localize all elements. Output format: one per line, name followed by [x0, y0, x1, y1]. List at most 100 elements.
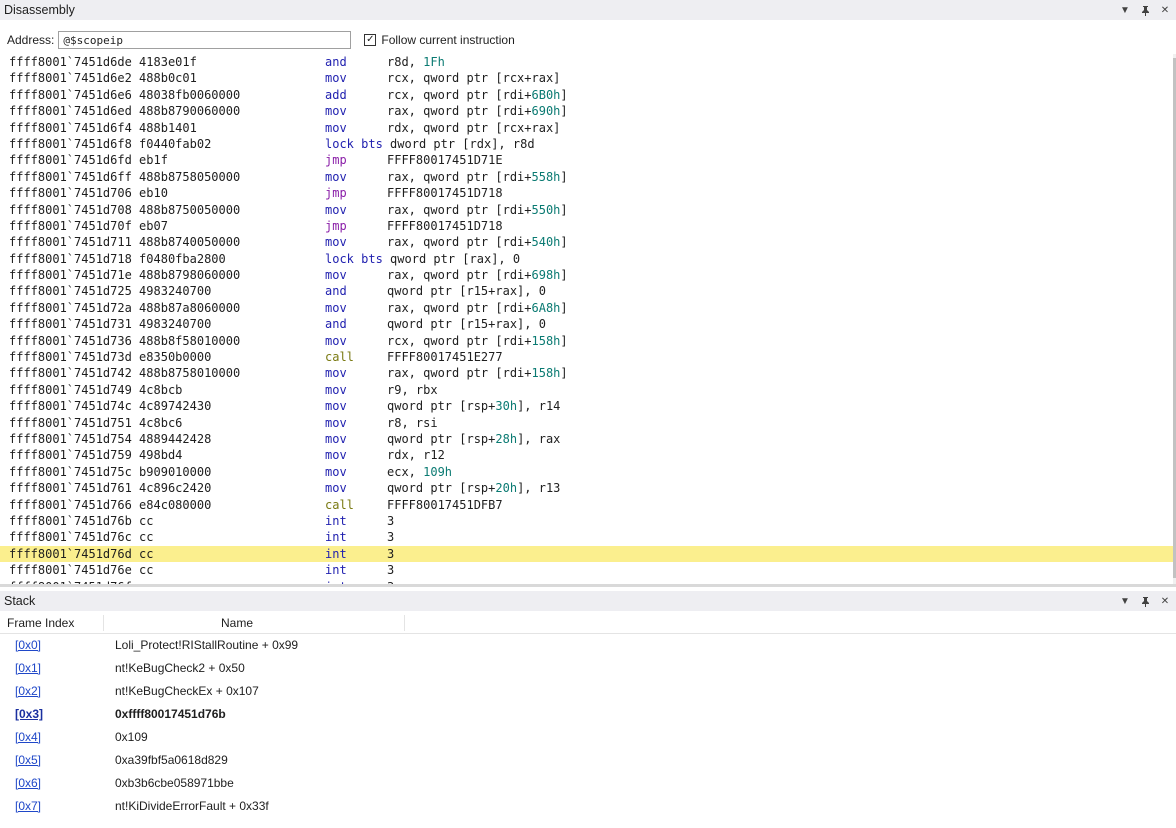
instruction-mnemonic: mov: [325, 71, 347, 86]
frame-index-link[interactable]: [0x0]: [15, 634, 41, 657]
stack-frame-row[interactable]: [0x5] 0xa39fbf5a0618d829: [0, 749, 1176, 772]
instruction-address: ffff8001`7451d6ed 488b8790060000: [9, 104, 241, 119]
stack-frame-row[interactable]: [0x1] nt!KeBugCheck2 + 0x50: [0, 657, 1176, 680]
instruction-operands: qword ptr [rsp+30h], r14: [387, 399, 561, 414]
instruction-row[interactable]: ffff8001`7451d73d e8350b0000 call FFFF8001…: [0, 349, 1173, 365]
instruction-operands: qword ptr [rsp+20h], r13: [387, 481, 561, 496]
instruction-row[interactable]: ffff8001`7451d742 488b8758010000 mov rax, …: [0, 365, 1173, 381]
instruction-operands: rax, qword ptr [rdi+550h]: [387, 202, 568, 217]
instruction-address: ffff8001`7451d76e cc: [9, 563, 154, 578]
instruction-mnemonic: and: [325, 284, 347, 299]
instruction-row[interactable]: ffff8001`7451d76b cc int 3: [0, 513, 1173, 529]
instruction-row[interactable]: ffff8001`7451d718 f0480fba2800 lock bts q…: [0, 251, 1173, 267]
disassembly-header-icons: ▼ ✕: [1118, 3, 1176, 17]
frame-name: 0xa39fbf5a0618d829: [115, 753, 228, 767]
instruction-row[interactable]: ffff8001`7451d74c 4c89742430 mov qword ptr…: [0, 398, 1173, 414]
stack-frame-row[interactable]: [0x3] 0xffff80017451d76b: [0, 703, 1176, 726]
frame-name: 0xffff80017451d76b: [115, 707, 226, 721]
instruction-row[interactable]: ffff8001`7451d6ff 488b8758050000 mov rax, …: [0, 169, 1173, 185]
instruction-address: ffff8001`7451d718 f0480fba2800: [9, 251, 226, 266]
instruction-row[interactable]: ffff8001`7451d6e6 48038fb0060000 add rcx, …: [0, 87, 1173, 103]
column-name[interactable]: Name: [221, 616, 253, 630]
instruction-mnemonic: int: [325, 546, 347, 561]
frame-index-link[interactable]: [0x7]: [15, 795, 41, 818]
dropdown-icon[interactable]: ▼: [1118, 3, 1132, 17]
instruction-operands: r9, rbx: [387, 382, 438, 397]
stack-title: Stack: [4, 594, 36, 608]
stack-frame-row[interactable]: [0x7] nt!KiDivideErrorFault + 0x33f: [0, 795, 1176, 818]
stack-frame-list: [0x0] Loli_Protect!RIStallRoutine + 0x99[…: [0, 634, 1176, 818]
stack-frame-row[interactable]: [0x2] nt!KeBugCheckEx + 0x107: [0, 680, 1176, 703]
instruction-row[interactable]: ffff8001`7451d6f8 f0440fab02 lock bts dwo…: [0, 136, 1173, 152]
instruction-mnemonic: add: [325, 87, 347, 102]
instruction-row[interactable]: ffff8001`7451d706 eb10 jmp FFFF80017451D71…: [0, 185, 1173, 201]
close-icon[interactable]: ✕: [1158, 3, 1172, 17]
instruction-mnemonic: int: [325, 513, 347, 528]
instruction-address: ffff8001`7451d73d e8350b0000: [9, 350, 212, 365]
instruction-row[interactable]: ffff8001`7451d76e cc int 3: [0, 562, 1173, 578]
instruction-row[interactable]: ffff8001`7451d725 4983240700 and qword ptr…: [0, 283, 1173, 299]
instruction-address: ffff8001`7451d759 498bd4: [9, 448, 183, 463]
instruction-operands: rax, qword ptr [rdi+698h]: [387, 268, 568, 283]
stack-frame-row[interactable]: [0x0] Loli_Protect!RIStallRoutine + 0x99: [0, 634, 1176, 657]
instruction-operands: rdx, qword ptr [rcx+rax]: [387, 120, 561, 135]
address-input[interactable]: @$scopeip: [58, 31, 352, 49]
instruction-row[interactable]: ffff8001`7451d6de 4183e01f and r8d, 1Fh: [0, 54, 1173, 70]
pin-icon[interactable]: [1138, 3, 1152, 17]
instruction-operands: FFFF80017451D718: [387, 218, 503, 233]
instruction-row[interactable]: ffff8001`7451d6e2 488b0c01 mov rcx, qword …: [0, 70, 1173, 86]
instruction-mnemonic: jmp: [325, 186, 347, 201]
frame-index-link[interactable]: [0x6]: [15, 772, 41, 795]
instruction-row[interactable]: ffff8001`7451d72a 488b87a8060000 mov rax, …: [0, 300, 1173, 316]
instruction-mnemonic: call: [325, 350, 354, 365]
instruction-row[interactable]: ffff8001`7451d759 498bd4 mov rdx, r12: [0, 447, 1173, 463]
instruction-row[interactable]: ffff8001`7451d6f4 488b1401 mov rdx, qword …: [0, 120, 1173, 136]
instruction-row[interactable]: ffff8001`7451d751 4c8bc6 mov r8, rsi: [0, 415, 1173, 431]
instruction-row[interactable]: ffff8001`7451d70f eb07 jmp FFFF80017451D71…: [0, 218, 1173, 234]
frame-index-link[interactable]: [0x2]: [15, 680, 41, 703]
instruction-row[interactable]: ffff8001`7451d711 488b8740050000 mov rax, …: [0, 234, 1173, 250]
instruction-address: ffff8001`7451d71e 488b8798060000: [9, 268, 241, 283]
stack-frame-row[interactable]: [0x4] 0x109: [0, 726, 1176, 749]
instruction-address: ffff8001`7451d6e2 488b0c01: [9, 71, 197, 86]
instruction-operands: rcx, qword ptr [rdi+6B0h]: [387, 87, 568, 102]
current-instruction-row[interactable]: ffff8001`7451d76d cc int 3: [0, 545, 1173, 563]
instruction-row[interactable]: ffff8001`7451d708 488b8750050000 mov rax, …: [0, 202, 1173, 218]
instruction-row[interactable]: ffff8001`7451d766 e84c080000 call FFFF8001…: [0, 497, 1173, 513]
follow-instruction-label[interactable]: Follow current instruction: [381, 33, 514, 47]
instruction-mnemonic: mov: [325, 120, 347, 135]
instruction-address: ffff8001`7451d725 4983240700: [9, 284, 212, 299]
dropdown-icon[interactable]: ▼: [1118, 594, 1132, 608]
frame-index-link[interactable]: [0x5]: [15, 749, 41, 772]
column-divider[interactable]: [404, 615, 405, 631]
column-divider[interactable]: [103, 615, 104, 631]
instruction-row[interactable]: ffff8001`7451d75c b909010000 mov ecx, 109h: [0, 464, 1173, 480]
horizontal-scrollbar[interactable]: [0, 584, 1176, 587]
instruction-row[interactable]: ffff8001`7451d754 4889442428 mov qword ptr…: [0, 431, 1173, 447]
instruction-row[interactable]: ffff8001`7451d71e 488b8798060000 mov rax, …: [0, 267, 1173, 283]
instruction-mnemonic: mov: [325, 382, 347, 397]
instruction-operands: FFFF80017451D718: [387, 186, 503, 201]
pin-icon[interactable]: [1138, 594, 1152, 608]
instruction-address: ffff8001`7451d70f eb07: [9, 218, 168, 233]
frame-index-link[interactable]: [0x3]: [15, 703, 43, 726]
instruction-address: ffff8001`7451d736 488b8f58010000: [9, 333, 241, 348]
frame-index-link[interactable]: [0x4]: [15, 726, 41, 749]
instruction-row[interactable]: ffff8001`7451d749 4c8bcb mov r9, rbx: [0, 382, 1173, 398]
instruction-row[interactable]: ffff8001`7451d731 4983240700 and qword ptr…: [0, 316, 1173, 332]
frame-index-link[interactable]: [0x1]: [15, 657, 41, 680]
close-icon[interactable]: ✕: [1158, 594, 1172, 608]
stack-frame-row[interactable]: [0x6] 0xb3b6cbe058971bbe: [0, 772, 1176, 795]
instruction-mnemonic: mov: [325, 104, 347, 119]
instruction-row[interactable]: ffff8001`7451d6fd eb1f jmp FFFF80017451D71…: [0, 152, 1173, 168]
instruction-mnemonic: and: [325, 55, 347, 69]
instruction-row[interactable]: ffff8001`7451d736 488b8f58010000 mov rcx, …: [0, 333, 1173, 349]
instruction-row[interactable]: ffff8001`7451d761 4c896c2420 mov qword ptr…: [0, 480, 1173, 496]
disassembly-listing[interactable]: ffff8001`7451d6de 4183e01f and r8d, 1Fh fff…: [0, 54, 1173, 584]
instruction-operands: rdx, r12: [387, 448, 445, 463]
follow-instruction-checkbox[interactable]: ✓: [364, 34, 377, 46]
column-frame-index[interactable]: Frame Index: [7, 616, 74, 630]
instruction-row[interactable]: ffff8001`7451d76c cc int 3: [0, 529, 1173, 545]
instruction-operands: rcx, qword ptr [rcx+rax]: [387, 71, 561, 86]
instruction-row[interactable]: ffff8001`7451d6ed 488b8790060000 mov rax, …: [0, 103, 1173, 119]
